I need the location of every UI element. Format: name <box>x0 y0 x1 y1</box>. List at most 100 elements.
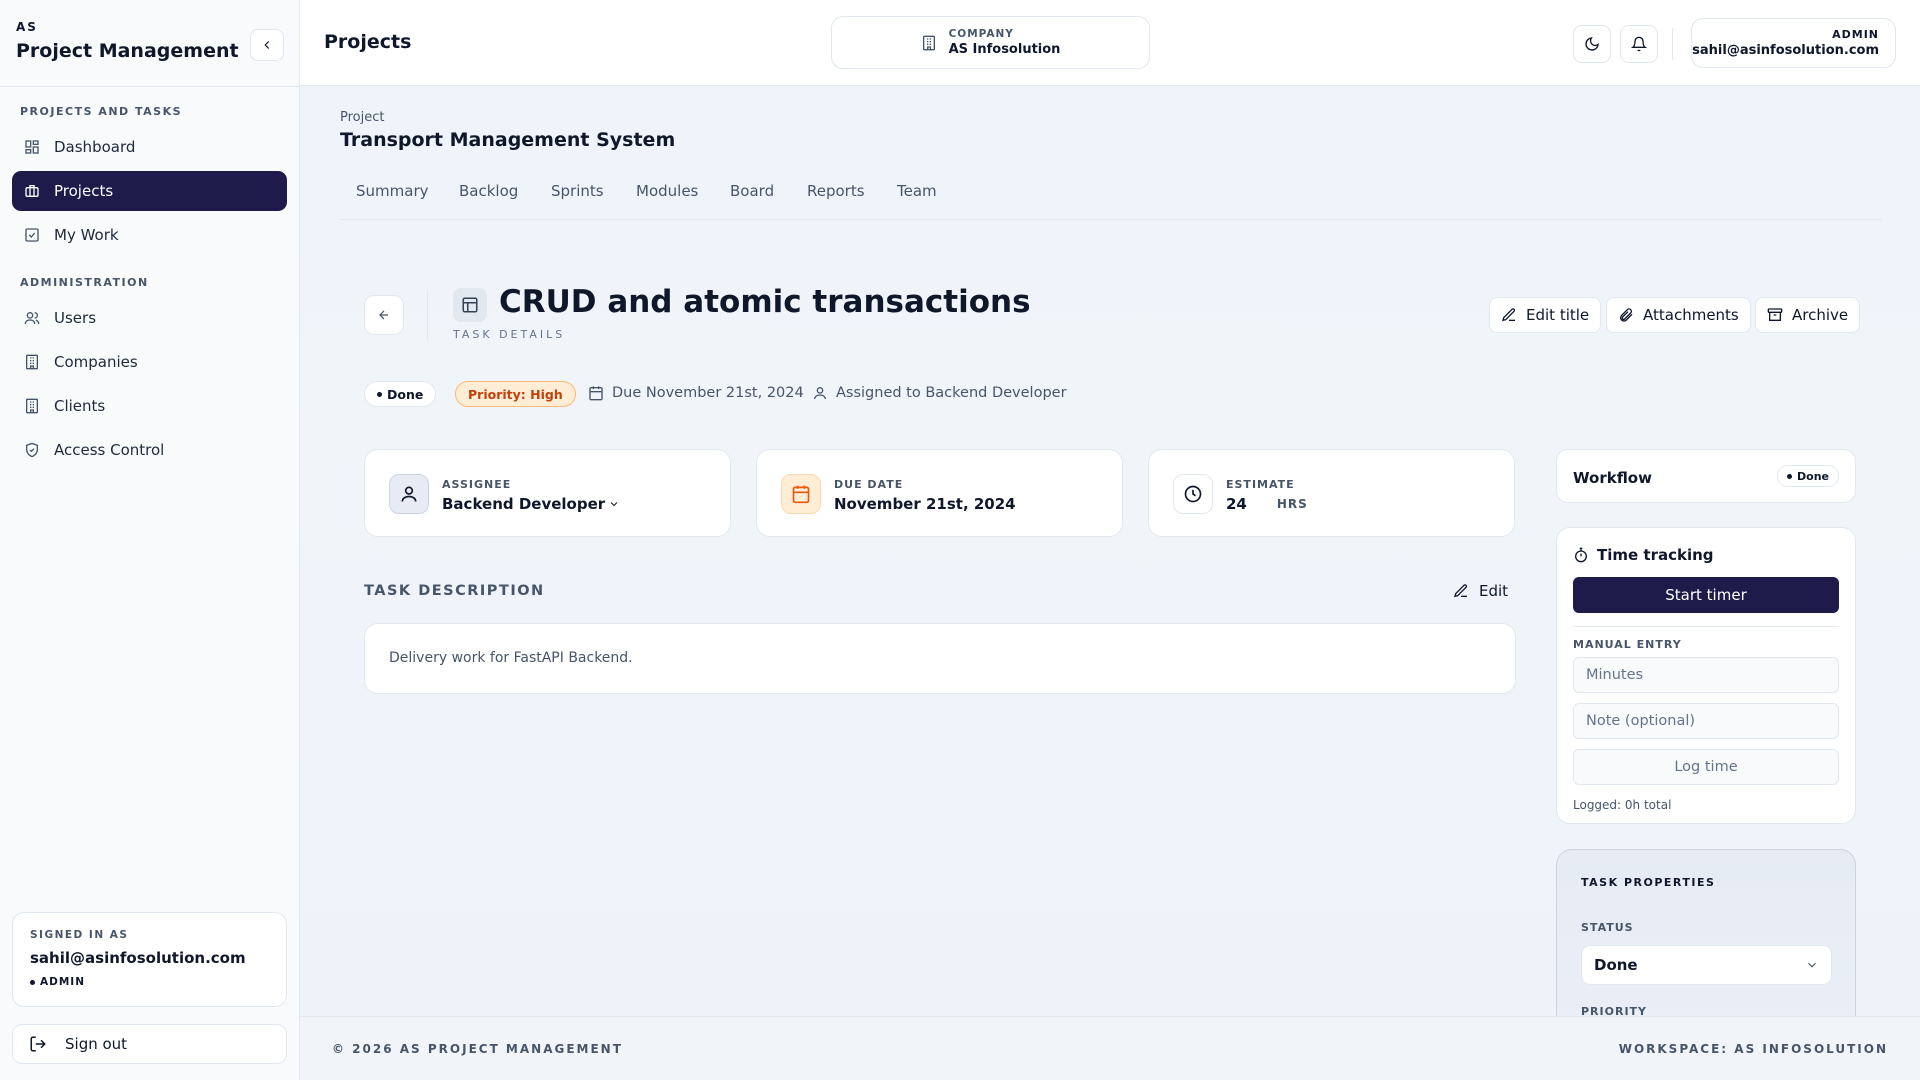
section-label-administration: ADMINISTRATION <box>20 276 149 289</box>
sidebar: AS Project Management PROJECTS AND TASKS… <box>0 0 300 1080</box>
checkbox-icon <box>25 228 39 242</box>
attachments-button[interactable]: Attachments <box>1606 297 1751 333</box>
status-dot <box>377 391 382 397</box>
tab-reports[interactable]: Reports <box>807 182 865 200</box>
sidebar-item-label: Access Control <box>54 441 165 459</box>
due-date-meta-text: Due November 21st, 2024 <box>612 385 804 401</box>
tab-summary[interactable]: Summary <box>356 182 429 200</box>
page-title: Projects <box>324 31 412 53</box>
stopwatch-icon <box>1575 547 1587 563</box>
clock-icon <box>1184 485 1202 503</box>
tab-team[interactable]: Team <box>897 182 937 200</box>
theme-toggle-button[interactable] <box>1573 25 1611 63</box>
signed-in-card: SIGNED IN AS sahil@asinfosolution.com AD… <box>12 912 287 1007</box>
building-icon <box>26 354 38 370</box>
status-field-label: STATUS <box>1581 921 1634 934</box>
assignee-card[interactable]: ASSIGNEE Backend Developer <box>364 449 731 537</box>
sidebar-item-companies[interactable]: Companies <box>12 342 287 382</box>
archive-button[interactable]: Archive <box>1755 297 1861 333</box>
brand-title: Project Management <box>16 40 239 62</box>
sidebar-item-projects[interactable]: Projects <box>12 171 287 211</box>
moon-icon <box>1585 37 1599 51</box>
time-tracking-title: Time tracking <box>1573 546 1714 564</box>
task-description: Delivery work for FastAPI Backend. <box>364 623 1516 694</box>
layout-icon <box>462 297 478 313</box>
sidebar-item-label: Companies <box>54 353 138 371</box>
tab-sprints[interactable]: Sprints <box>551 182 604 200</box>
sidebar-item-my-work[interactable]: My Work <box>12 215 287 255</box>
workflow-card: Workflow Done <box>1556 449 1856 503</box>
task-properties-title: TASK PROPERTIES <box>1581 876 1716 889</box>
estimate-unit: HRS <box>1276 497 1308 511</box>
estimate-value-row: 24 HRS <box>1226 495 1308 513</box>
archive-label: Archive <box>1792 306 1849 324</box>
edit-description-button[interactable]: Edit <box>1453 582 1508 600</box>
status-select-value: Done <box>1594 956 1638 974</box>
assigned-meta: Assigned to Backend Developer <box>812 385 1067 401</box>
log-time-button[interactable]: Log time <box>1573 749 1839 785</box>
calendar-icon <box>589 386 603 401</box>
main-content: Project Transport Management System Summ… <box>300 86 1920 1016</box>
header-separator <box>1672 28 1673 60</box>
edit-description-label: Edit <box>1479 582 1509 600</box>
due-date-value: November 21st, 2024 <box>834 495 1016 513</box>
user-menu[interactable]: ADMIN sahil@asinfosolution.com <box>1691 18 1896 68</box>
minutes-input[interactable] <box>1573 657 1839 693</box>
user-role: ADMIN <box>1832 28 1879 41</box>
tab-modules[interactable]: Modules <box>636 182 698 200</box>
notifications-button[interactable] <box>1620 25 1658 63</box>
workflow-status-text: Done <box>1797 469 1829 483</box>
tab-backlog[interactable]: Backlog <box>459 182 518 200</box>
users-icon <box>24 312 40 325</box>
section-label-projects: PROJECTS AND TASKS <box>20 105 183 118</box>
sidebar-item-access-control[interactable]: Access Control <box>12 430 287 470</box>
assignee-select[interactable]: Backend Developer <box>442 495 620 513</box>
task-icon <box>453 288 487 322</box>
sidebar-item-users[interactable]: Users <box>12 298 287 338</box>
company-name: AS Infosolution <box>948 42 1061 57</box>
collapse-sidebar-button[interactable] <box>250 29 284 61</box>
signed-in-role: ADMIN <box>30 976 269 988</box>
workflow-status-badge: Done <box>1777 465 1839 487</box>
note-input[interactable] <box>1573 703 1839 739</box>
archive-icon <box>1767 308 1783 321</box>
sidebar-item-clients[interactable]: Clients <box>12 386 287 426</box>
status-badge-text: Done <box>387 386 424 402</box>
logged-total: Logged: 0h total <box>1573 798 1672 812</box>
breadcrumb-label: Project <box>340 110 385 125</box>
footer: © 2026 AS PROJECT MANAGEMENT WORKSPACE: … <box>300 1016 1920 1080</box>
due-date-label: DUE DATE <box>834 478 904 491</box>
sidebar-item-label: Projects <box>54 182 114 200</box>
time-tracking-card: Time tracking Start timer MANUAL ENTRY L… <box>1556 527 1856 824</box>
start-timer-button[interactable]: Start timer <box>1573 577 1839 613</box>
due-date-card: DUE DATE November 21st, 2024 <box>756 449 1123 537</box>
arrow-left-icon <box>379 310 389 320</box>
footer-copyright: © 2026 AS PROJECT MANAGEMENT <box>332 1042 623 1056</box>
signed-in-label: SIGNED IN AS <box>30 929 129 941</box>
attachments-label: Attachments <box>1643 306 1739 324</box>
workflow-dot <box>1787 473 1793 479</box>
edit-title-label: Edit title <box>1526 306 1590 324</box>
due-date-icon-box <box>781 474 821 514</box>
time-tracking-title-text: Time tracking <box>1597 546 1714 564</box>
task-title: CRUD and atomic transactions <box>499 284 1031 320</box>
user-icon <box>401 486 417 502</box>
brand: AS Project Management <box>16 20 239 62</box>
edit-title-button[interactable]: Edit title <box>1489 297 1602 333</box>
sidebar-item-dashboard[interactable]: Dashboard <box>12 127 287 167</box>
dashboard-icon <box>25 140 39 154</box>
due-date-meta: Due November 21st, 2024 <box>588 385 804 401</box>
company-switcher[interactable]: COMPANY AS Infosolution <box>831 16 1150 69</box>
logout-icon <box>30 1036 46 1052</box>
estimate-icon-box <box>1173 474 1213 514</box>
project-name: Transport Management System <box>340 129 676 151</box>
estimate-value: 24 <box>1226 495 1247 513</box>
status-select[interactable]: Done <box>1581 945 1832 985</box>
sign-out-button[interactable]: Sign out <box>12 1024 287 1064</box>
user-email: sahil@asinfosolution.com <box>1692 43 1879 58</box>
sidebar-item-label: Clients <box>54 397 106 415</box>
tab-board[interactable]: Board <box>730 182 774 200</box>
shield-icon <box>26 442 38 458</box>
pencil-icon <box>1502 308 1516 322</box>
back-button[interactable] <box>364 295 404 335</box>
